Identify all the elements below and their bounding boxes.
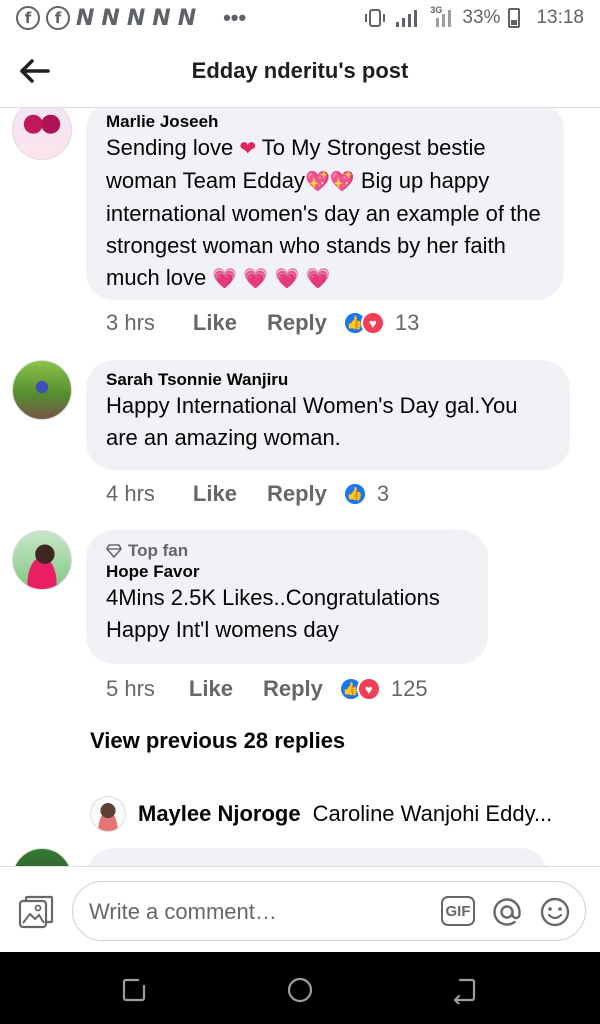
reply-preview[interactable]: Maylee Njoroge Caroline Wanjohi Eddy... bbox=[90, 796, 552, 832]
like-reaction-icon: 👍 bbox=[342, 482, 367, 506]
facebook-notification-icon: f bbox=[46, 6, 70, 30]
comment-author[interactable]: Marlie Joseeh bbox=[106, 112, 544, 132]
vibrate-icon bbox=[365, 9, 386, 27]
reply-text: Caroline Wanjohi Eddy... bbox=[312, 801, 553, 826]
signal-3g-icon: 3G bbox=[428, 5, 454, 29]
comment-time[interactable]: 5 hrs bbox=[106, 676, 155, 702]
comment-actions: 5 hrs Like Reply 👍 ♥ 125 bbox=[106, 676, 428, 702]
love-reaction-icon: ♥ bbox=[360, 311, 385, 335]
sparkling-heart-icon: 💖 bbox=[329, 171, 355, 193]
gif-icon[interactable]: GIF bbox=[441, 896, 475, 926]
pink-heart-icon: 💗 bbox=[212, 268, 238, 290]
reply-button[interactable]: Reply bbox=[267, 310, 327, 336]
comment-bubble: Top fan Hope Favor 4Mins 2.5K Likes..Con… bbox=[86, 530, 488, 664]
avatar[interactable] bbox=[12, 530, 72, 590]
comment-input-box[interactable]: GIF bbox=[72, 881, 586, 941]
top-fan-badge: Top fan bbox=[106, 540, 468, 562]
reactions-summary[interactable]: 👍 3 bbox=[342, 481, 390, 507]
avatar[interactable] bbox=[12, 108, 72, 160]
page-title: Edday nderitu's post bbox=[191, 58, 409, 83]
n-notification-icon: N bbox=[76, 5, 96, 31]
diamond-icon bbox=[106, 544, 122, 559]
emoji-icon[interactable] bbox=[539, 896, 571, 928]
reactions-summary[interactable]: 👍 ♥ 13 bbox=[342, 310, 420, 336]
avatar[interactable] bbox=[12, 360, 72, 420]
reply-button[interactable]: Reply bbox=[263, 676, 323, 702]
facebook-notification-icon: f bbox=[16, 6, 40, 30]
signal-icon bbox=[396, 10, 418, 27]
comment-text: 4Mins 2.5K Likes..Congratulations Happy … bbox=[106, 585, 440, 642]
red-heart-icon: ❤ bbox=[239, 138, 257, 160]
more-notifications-icon: ••• bbox=[223, 5, 247, 30]
comment-text: Sending love ❤ To My Strongest bestie wo… bbox=[106, 135, 541, 290]
comment-time[interactable]: 4 hrs bbox=[106, 481, 155, 507]
home-icon[interactable] bbox=[286, 976, 314, 1004]
comments-feed[interactable]: Marlie Joseeh Sending love ❤ To My Stron… bbox=[0, 108, 600, 866]
clock: 13:18 bbox=[536, 7, 584, 28]
pink-heart-icon: 💗 bbox=[305, 268, 331, 290]
reaction-count: 13 bbox=[394, 310, 420, 335]
mention-icon[interactable] bbox=[491, 896, 523, 928]
n-notification-icon: N bbox=[126, 5, 147, 31]
battery-icon bbox=[508, 8, 521, 28]
top-fan-label: Top fan bbox=[128, 541, 189, 560]
system-indicators: 3G 33% 13:18 bbox=[364, 5, 584, 29]
view-previous-replies-link[interactable]: View previous 28 replies bbox=[90, 728, 345, 754]
comment-time[interactable]: 3 hrs bbox=[106, 310, 155, 336]
comment-actions: 3 hrs Like Reply 👍 ♥ 13 bbox=[106, 310, 419, 336]
sparkling-heart-icon: 💖 bbox=[304, 171, 330, 193]
comment-bubble bbox=[86, 848, 548, 866]
reply-button[interactable]: Reply bbox=[267, 481, 327, 507]
n-notification-icon: N bbox=[177, 5, 198, 31]
pink-heart-icon: 💗 bbox=[274, 268, 300, 290]
comment-input[interactable] bbox=[89, 896, 429, 928]
comment-composer: GIF bbox=[0, 866, 600, 952]
comment-author[interactable]: Sarah Tsonnie Wanjiru bbox=[106, 370, 550, 390]
love-reaction-icon: ♥ bbox=[356, 677, 381, 701]
like-button[interactable]: Like bbox=[189, 676, 233, 702]
avatar[interactable] bbox=[12, 848, 72, 866]
comment-bubble: Marlie Joseeh Sending love ❤ To My Stron… bbox=[86, 108, 564, 300]
battery-percent: 33% bbox=[462, 7, 501, 28]
n-notification-icon: N bbox=[152, 5, 172, 31]
reply-author[interactable]: Maylee Njoroge bbox=[138, 801, 301, 827]
pink-heart-icon: 💗 bbox=[243, 268, 269, 290]
recent-apps-icon[interactable] bbox=[120, 976, 148, 1004]
like-button[interactable]: Like bbox=[193, 310, 237, 336]
comment-text: Happy International Women's Day gal.You … bbox=[106, 393, 518, 450]
photo-gallery-icon[interactable] bbox=[18, 895, 54, 929]
notification-icons: f f N N N N N ••• bbox=[16, 5, 246, 31]
status-bar: f f N N N N N ••• 3G 33% 13:18 bbox=[0, 0, 600, 36]
like-button[interactable]: Like bbox=[193, 481, 237, 507]
reaction-count: 125 bbox=[390, 676, 428, 701]
system-navigation-bar bbox=[0, 952, 600, 1024]
post-header: Edday nderitu's post bbox=[0, 36, 600, 108]
comment-author[interactable]: Hope Favor bbox=[106, 562, 468, 582]
n-notification-icon: N bbox=[101, 5, 121, 31]
comment-bubble: Sarah Tsonnie Wanjiru Happy Internationa… bbox=[86, 360, 570, 470]
avatar[interactable] bbox=[90, 796, 126, 832]
reaction-count: 3 bbox=[376, 481, 390, 506]
comment-actions: 4 hrs Like Reply 👍 3 bbox=[106, 481, 389, 507]
reactions-summary[interactable]: 👍 ♥ 125 bbox=[338, 676, 428, 702]
back-nav-icon[interactable] bbox=[450, 976, 478, 1004]
